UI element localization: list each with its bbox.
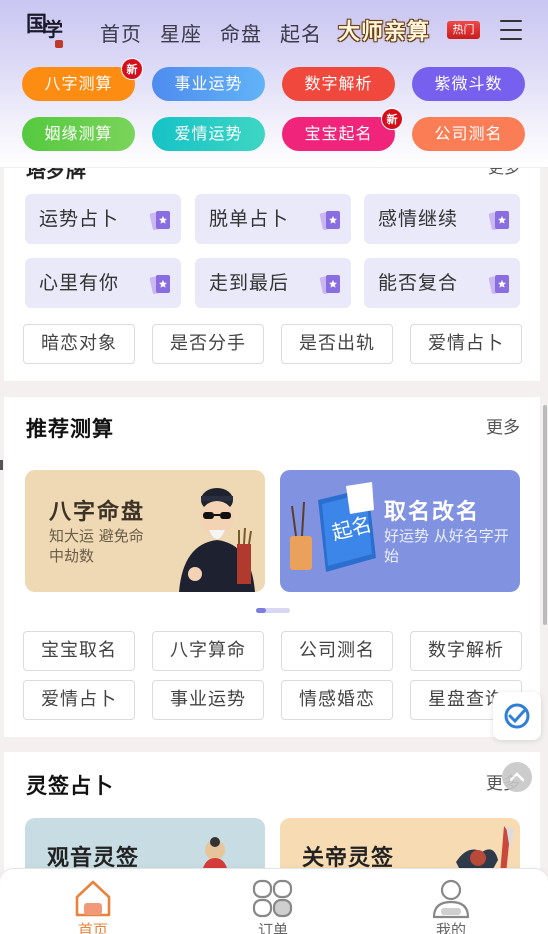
orders-grid-icon <box>252 879 293 918</box>
pill-label: 紫微斗数 <box>434 74 503 93</box>
pill-bazi[interactable]: 八字测算 新 <box>22 58 143 101</box>
pill-ziwei[interactable]: 紫微斗数 <box>412 67 525 101</box>
tab-home[interactable]: 首页 <box>63 875 123 934</box>
recommend-section: 推荐测算 更多 八字命盘 知大运 避免命中劫数 起名 取名改名 好运势 从好名字… <box>4 397 540 737</box>
hamburger-menu-icon[interactable] <box>500 20 522 40</box>
pill-label: 爱情运势 <box>174 124 243 143</box>
logo-seal <box>55 40 63 48</box>
pill-label: 八字测算 <box>44 74 113 93</box>
tarot-tag[interactable]: 爱情占卜 <box>410 324 522 364</box>
pill-company-name[interactable]: 公司测名 <box>412 117 525 151</box>
promo-bazi-chart[interactable]: 八字命盘 知大运 避免命中劫数 <box>25 470 265 592</box>
tarot-tile[interactable]: 运势占卜 <box>25 194 181 244</box>
tile-label: 运势占卜 <box>39 208 120 230</box>
tarot-tag[interactable]: 是否分手 <box>152 324 264 364</box>
pill-marriage[interactable]: 姻缘测算 <box>22 117 135 151</box>
recommend-tag[interactable]: 爱情占卜 <box>23 680 135 720</box>
tile-label: 能否复合 <box>378 272 459 294</box>
tarot-card-icon <box>488 275 509 294</box>
top-header: 国 学 首页 星座 命盘 起名 大师亲算 热门 八字测算 新 事业运势 数字解析… <box>0 0 548 168</box>
tarot-card-icon <box>319 275 340 294</box>
tile-label: 心里有你 <box>39 272 120 294</box>
edge-marker <box>0 460 3 470</box>
promo-title: 八字命盘 <box>49 500 146 525</box>
section-title: 推荐测算 <box>26 417 114 441</box>
promo-subtitle: 好运势 从好名字开始 <box>384 527 509 565</box>
section-title: 灵签占卜 <box>26 774 114 798</box>
customer-service-button[interactable] <box>493 692 541 740</box>
pill-label: 公司测名 <box>434 124 503 143</box>
tarot-card-icon <box>149 275 170 294</box>
recommend-tag[interactable]: 事业运势 <box>152 680 264 720</box>
pill-label: 姻缘测算 <box>44 124 113 143</box>
tarot-tile[interactable]: 感情继续 <box>364 194 520 244</box>
chevron-up-icon <box>509 772 525 782</box>
tile-label: 走到最后 <box>209 272 290 294</box>
fortune-teller-illustration <box>179 488 255 592</box>
more-link[interactable]: 更多 <box>486 413 520 438</box>
nav-horoscope[interactable]: 星座 <box>160 18 202 47</box>
nav-home[interactable]: 首页 <box>100 18 142 47</box>
pill-career[interactable]: 事业运势 <box>152 67 265 101</box>
pill-number[interactable]: 数字解析 <box>282 67 395 101</box>
quick-category-pills: 八字测算 新 事业运势 数字解析 紫微斗数 姻缘测算 爱情运势 宝宝起名 新 公… <box>22 58 526 151</box>
pill-love[interactable]: 爱情运势 <box>152 117 265 151</box>
home-icon <box>75 880 111 917</box>
tab-label: 订单 <box>257 921 288 934</box>
tile-label: 感情继续 <box>378 208 459 230</box>
user-icon <box>432 879 470 919</box>
carousel-indicator <box>256 608 290 613</box>
support-icon <box>504 703 530 729</box>
promo-subtitle: 知大运 避免命中劫数 <box>49 527 144 565</box>
nav-naming[interactable]: 起名 <box>280 18 322 47</box>
tarot-card-icon <box>149 211 170 230</box>
recommend-tag[interactable]: 公司测名 <box>281 631 393 671</box>
tarot-section: 塔罗牌 更多 运势占卜 脱单占卜 感情继续 心里有你 走到最后 能否复合 暗恋对… <box>4 140 540 381</box>
tab-orders[interactable]: 订单 <box>243 875 303 934</box>
recommend-tag[interactable]: 情感婚恋 <box>281 680 393 720</box>
tile-label: 脱单占卜 <box>209 208 290 230</box>
master-reading-link[interactable]: 大师亲算 <box>338 14 430 46</box>
tab-label: 首页 <box>77 921 108 934</box>
pill-label: 数字解析 <box>304 74 373 93</box>
bottom-tab-bar: 首页 订单 我的 <box>0 868 548 934</box>
tarot-tag[interactable]: 暗恋对象 <box>23 324 135 364</box>
naming-book-illustration: 起名 <box>290 482 376 572</box>
pill-label: 事业运势 <box>174 74 243 93</box>
promo-naming[interactable]: 起名 取名改名 好运势 从好名字开始 <box>280 470 520 592</box>
hot-badge: 热门 <box>447 21 480 39</box>
tarot-tile[interactable]: 能否复合 <box>364 258 520 308</box>
promo-title: 取名改名 <box>384 500 481 525</box>
nav-chart[interactable]: 命盘 <box>220 18 262 47</box>
tarot-tile[interactable]: 走到最后 <box>195 258 351 308</box>
tarot-card-icon <box>319 211 340 230</box>
tarot-tag[interactable]: 是否出轨 <box>281 324 393 364</box>
recommend-tag[interactable]: 数字解析 <box>410 631 522 671</box>
tab-label: 我的 <box>435 921 466 934</box>
tab-profile[interactable]: 我的 <box>421 875 481 934</box>
pill-label: 宝宝起名 <box>304 124 373 143</box>
new-badge: 新 <box>381 108 403 130</box>
top-nav: 首页 星座 命盘 起名 <box>100 18 322 47</box>
tarot-tile[interactable]: 心里有你 <box>25 258 181 308</box>
page-scrollbar[interactable] <box>543 405 547 625</box>
pill-baby-name[interactable]: 宝宝起名 新 <box>282 108 403 151</box>
tarot-tile[interactable]: 脱单占卜 <box>195 194 351 244</box>
site-logo[interactable]: 国 学 <box>24 10 68 50</box>
tarot-card-icon <box>488 211 509 230</box>
recommend-tag[interactable]: 宝宝取名 <box>23 631 135 671</box>
recommend-tag[interactable]: 八字算命 <box>152 631 264 671</box>
new-badge: 新 <box>121 58 143 80</box>
back-to-top-button[interactable] <box>502 762 532 792</box>
logo-char-2: 学 <box>44 19 64 41</box>
